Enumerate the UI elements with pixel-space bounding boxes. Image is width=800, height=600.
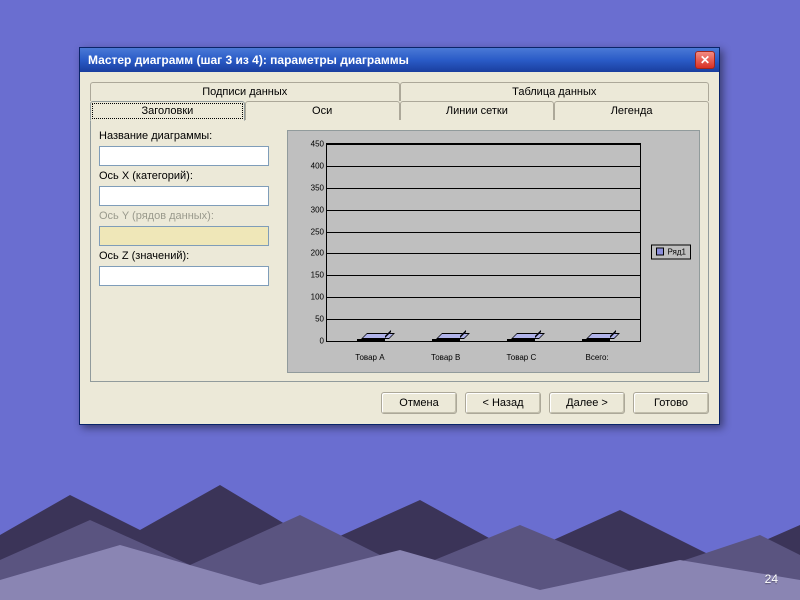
close-icon[interactable]: ✕ [695,51,715,69]
dialog-window: Мастер диаграмм (шаг 3 из 4): параметры … [79,47,720,425]
slide-background: 24 Мастер диаграмм (шаг 3 из 4): парамет… [0,0,800,600]
x-tick-label: Товар A [340,353,400,362]
tab-gridlines[interactable]: Линии сетки [400,101,555,120]
titlebar[interactable]: Мастер диаграмм (шаг 3 из 4): параметры … [80,48,719,72]
bar-wrap [492,339,551,341]
tab-titles[interactable]: Заголовки [90,101,245,121]
bar [432,339,460,341]
window-title: Мастер диаграмм (шаг 3 из 4): параметры … [88,53,695,67]
y-tick-label: 100 [311,293,324,302]
tab-axes[interactable]: Оси [245,101,400,120]
input-axis-x[interactable] [99,186,269,206]
form-column: Название диаграммы: Ось X (категорий): О… [99,130,279,373]
window-client: Подписи данных Таблица данных Заголовки … [80,72,719,424]
tab-legend[interactable]: Легенда [554,101,709,120]
plot-area: 050100150200250300350400450 [326,143,641,342]
y-tick-label: 200 [311,249,324,258]
y-tick-label: 400 [311,161,324,170]
y-tick-label: 0 [320,337,324,346]
y-tick-label: 250 [311,227,324,236]
bar [582,339,610,341]
y-tick-label: 450 [311,140,324,149]
bar [357,339,385,341]
cancel-button[interactable]: Отмена [381,392,457,414]
y-tick-label: 50 [315,315,324,324]
bar-wrap [341,339,400,341]
tab-data-table[interactable]: Таблица данных [400,82,710,101]
x-tick-label: Товар B [416,353,476,362]
tabs-row-front: Заголовки Оси Линии сетки Легенда [90,101,709,120]
legend-entry: Ряд1 [667,247,686,256]
y-tick-label: 150 [311,271,324,280]
tabs-row-back: Подписи данных Таблица данных [90,82,709,101]
bars-container [327,144,640,341]
tab-panel-titles: Название диаграммы: Ось X (категорий): О… [90,119,709,382]
legend-box: Ряд1 [651,244,691,259]
page-number: 24 [765,572,778,586]
bar [507,339,535,341]
x-axis-labels: Товар A Товар B Товар C Всего: [326,353,641,362]
next-button[interactable]: Далее > [549,392,625,414]
y-tick-label: 300 [311,205,324,214]
input-axis-z[interactable] [99,266,269,286]
bar-wrap [567,339,626,341]
dialog-buttons: Отмена < Назад Далее > Готово [90,382,709,414]
y-tick-label: 350 [311,183,324,192]
label-axis-y: Ось Y (рядов данных): [99,210,279,222]
tab-data-labels[interactable]: Подписи данных [90,82,400,101]
legend-swatch-icon [656,248,664,256]
x-tick-label: Товар C [492,353,552,362]
bar-wrap [416,339,475,341]
chart-preview: 050100150200250300350400450 Товар AТовар… [287,130,700,373]
chart-outer: 050100150200250300350400450 Товар AТовар… [294,137,693,366]
x-tick-label: Всего: [567,353,627,362]
back-button[interactable]: < Назад [465,392,541,414]
input-chart-title[interactable] [99,146,269,166]
finish-button[interactable]: Готово [633,392,709,414]
mountains-graphic [0,440,800,600]
label-axis-z: Ось Z (значений): [99,250,279,262]
gridline [327,341,640,342]
label-chart-title: Название диаграммы: [99,130,279,142]
label-axis-x: Ось X (категорий): [99,170,279,182]
input-axis-y [99,226,269,246]
